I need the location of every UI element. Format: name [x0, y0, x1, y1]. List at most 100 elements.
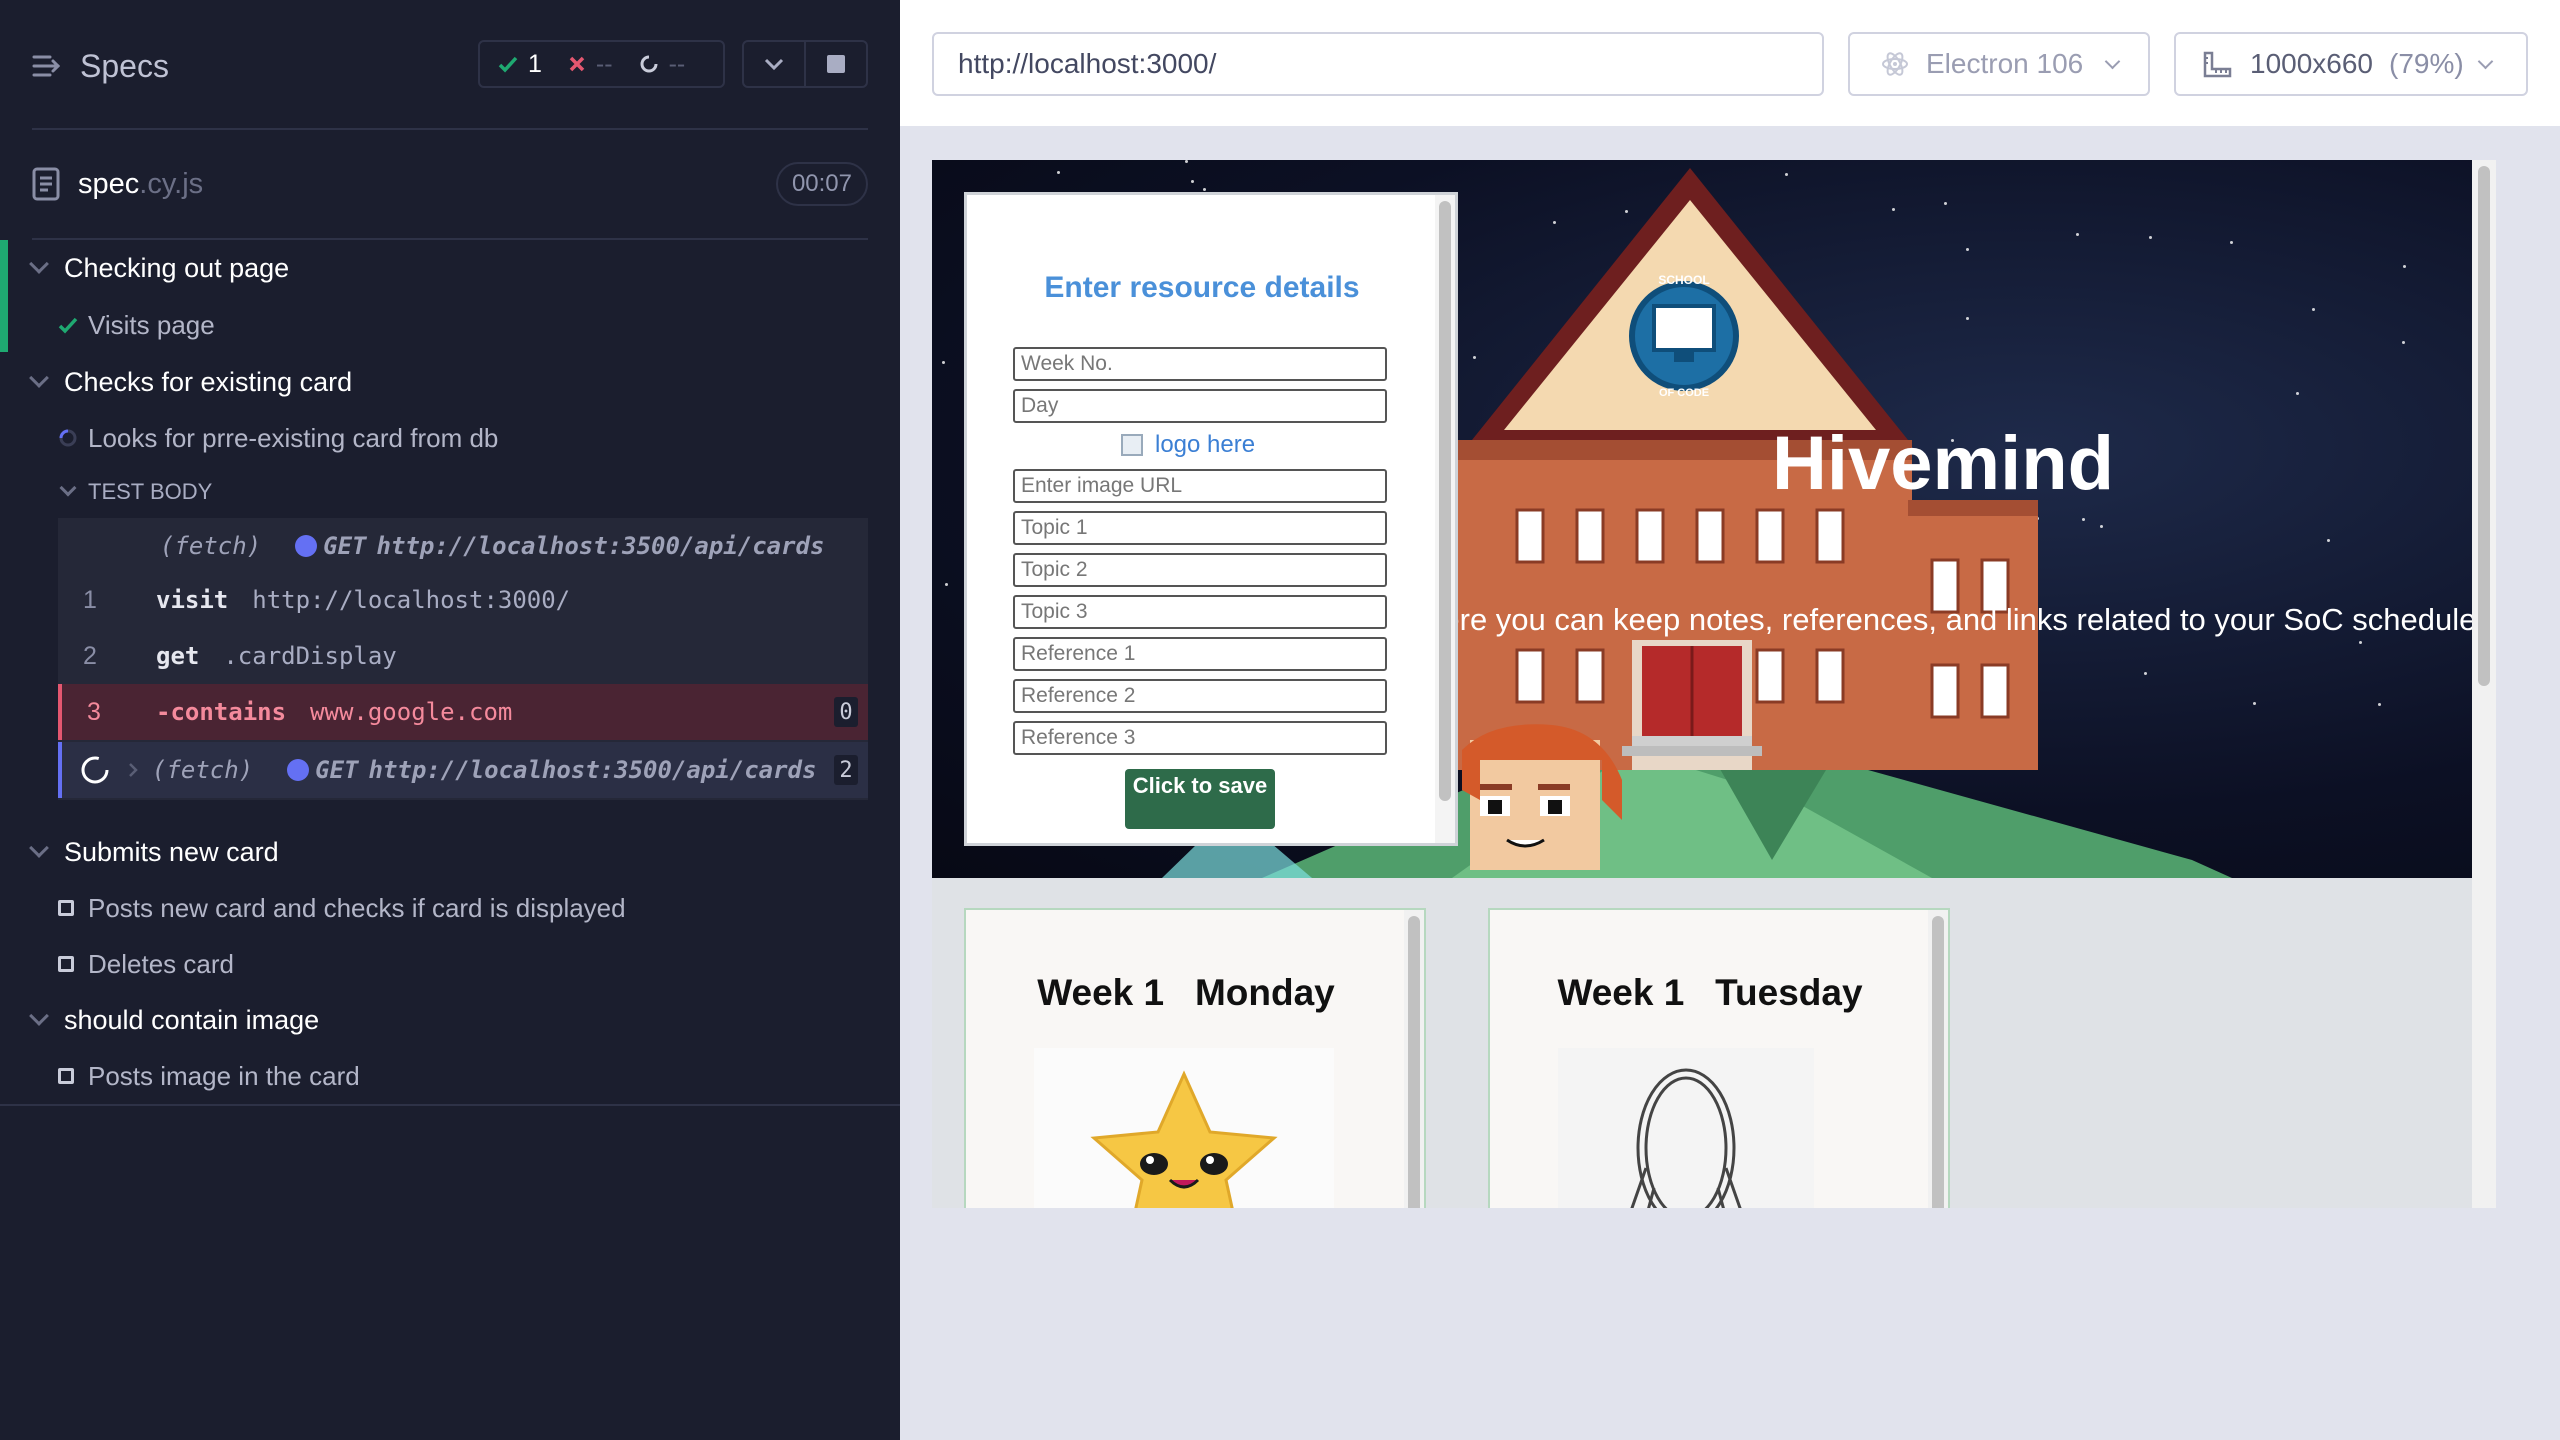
logo-image: logo here — [1121, 431, 1255, 459]
test-body-label: TEST BODY — [88, 479, 213, 504]
viewport-scale: (79%) — [2389, 48, 2464, 79]
test-title: Deletes card — [88, 948, 234, 979]
day-input[interactable]: Day — [1013, 389, 1387, 423]
test-title: Looks for prre-existing card from db — [88, 422, 499, 453]
command-arg: http://localhost:3500/api/cards — [376, 532, 825, 560]
suite-row[interactable]: Checks for existing card — [0, 362, 900, 402]
failed-count: -- — [595, 49, 613, 78]
running-spinner-icon — [59, 429, 77, 447]
spec-file-row[interactable]: spec .cy.js 00:07 — [32, 158, 868, 210]
form-scrollbar[interactable] — [1435, 195, 1455, 843]
test-row[interactable]: Posts image in the card — [0, 1056, 900, 1096]
reference-3-input[interactable]: Reference 3 — [1013, 721, 1387, 755]
logo-alt-text: logo here — [1155, 431, 1256, 458]
command-method: GET — [287, 756, 359, 784]
divider — [0, 1104, 900, 1106]
suite-row[interactable]: should contain image — [0, 1000, 900, 1040]
auto-scroll-button[interactable] — [744, 42, 804, 86]
test-body-toggle[interactable]: TEST BODY — [0, 474, 900, 510]
command-row[interactable]: 1 visit http://localhost:3000/ — [58, 572, 868, 628]
card-display: Week 1 Tuesday — [1488, 908, 1950, 1208]
request-dot-icon — [295, 535, 318, 557]
loading-spinner-icon — [81, 756, 109, 784]
app-tagline: Here you can keep notes, references, and… — [1420, 602, 2485, 637]
pending-checkbox-icon — [58, 1068, 74, 1084]
url-bar[interactable]: http://localhost:3000/ — [932, 32, 1824, 96]
card-title: Week 1 Monday — [966, 972, 1406, 1014]
passed-count: 1 — [528, 49, 542, 78]
suite-row[interactable]: Submits new card — [0, 832, 900, 872]
test-title: Posts image in the card — [88, 1060, 360, 1091]
reference-1-input[interactable]: Reference 1 — [1013, 637, 1387, 671]
image-url-input[interactable]: Enter image URL — [1013, 469, 1387, 503]
spec-name: spec — [78, 167, 140, 200]
x-icon — [569, 56, 585, 72]
topic-1-input[interactable]: Topic 1 — [1013, 511, 1387, 545]
week-input[interactable]: Week No. — [1013, 347, 1387, 381]
run-controls — [742, 40, 868, 88]
reporter-panel: Specs 1 -- -- spec .cy.js 00:07 Checking… — [0, 0, 900, 1440]
spinner-icon — [640, 55, 658, 73]
test-row[interactable]: Deletes card — [0, 944, 900, 984]
spec-ext: .cy.js — [139, 167, 204, 200]
request-dot-icon — [287, 759, 310, 781]
element-count-badge: 0 — [834, 697, 858, 727]
topic-3-input[interactable]: Topic 3 — [1013, 595, 1387, 629]
request-count-badge: 2 — [834, 755, 858, 785]
form-title: Enter resource details — [1044, 271, 1360, 304]
scrollbar-thumb[interactable] — [1932, 916, 1944, 1208]
reference-2-input[interactable]: Reference 2 — [1013, 679, 1387, 713]
check-icon — [498, 56, 518, 73]
card-scrollbar[interactable] — [1404, 910, 1424, 1208]
card-title: Week 1 Tuesday — [1490, 972, 1930, 1014]
save-button[interactable]: Click to save — [1125, 769, 1275, 829]
command-name: (fetch) — [152, 756, 254, 784]
command-row[interactable]: (fetch) GET http://localhost:3500/api/ca… — [58, 518, 868, 574]
command-number: 3 — [87, 697, 101, 726]
pending-checkbox-icon — [58, 900, 74, 916]
command-row-pending[interactable]: (fetch) GET http://localhost:3500/api/ca… — [58, 742, 868, 798]
test-title: Posts new card and checks if card is dis… — [88, 892, 626, 923]
command-number: 2 — [83, 641, 97, 670]
test-row[interactable]: Looks for prre-existing card from db — [0, 418, 900, 458]
command-name: (fetch) — [160, 532, 262, 560]
scrollbar-thumb[interactable] — [1439, 201, 1451, 801]
test-row[interactable]: Visits page — [0, 305, 900, 345]
menu-collapse-icon — [32, 53, 62, 79]
suite-title: Checks for existing card — [64, 366, 353, 397]
chevron-down-icon — [2104, 53, 2121, 69]
viewport-selector[interactable]: 1000x660 (79%) — [2174, 32, 2528, 96]
scrollbar-thumb[interactable] — [1408, 916, 1420, 1208]
card-week: Week 1 — [1037, 972, 1165, 1013]
chevron-down-icon — [29, 368, 49, 388]
command-arg: www.google.com — [310, 698, 513, 726]
command-row-failing[interactable]: 3 -contains www.google.com 0 — [58, 684, 868, 740]
app-title: Hivemind — [1772, 421, 2115, 506]
pending-stat: -- — [639, 50, 685, 79]
chevron-down-icon — [29, 838, 49, 858]
specs-toggle[interactable]: Specs — [32, 44, 169, 88]
command-row[interactable]: 2 get .cardDisplay — [58, 628, 868, 684]
topic-2-input[interactable]: Topic 2 — [1013, 553, 1387, 587]
app-under-test-frame: SCHOOL OF CODE Hivemind Here you can kee… — [932, 160, 2496, 1208]
command-name: -contains — [156, 698, 287, 726]
method-label: GET — [323, 532, 367, 560]
divider — [32, 128, 868, 130]
broken-image-icon — [1121, 434, 1143, 456]
scrollbar-thumb[interactable] — [2478, 166, 2490, 686]
stop-button[interactable] — [804, 42, 866, 86]
command-arg: http://localhost:3500/api/cards — [368, 756, 817, 784]
card-day: Monday — [1194, 972, 1335, 1013]
browser-selector[interactable]: Electron 106 — [1848, 32, 2150, 96]
card-scrollbar[interactable] — [1928, 910, 1948, 1208]
card-image — [1034, 1048, 1334, 1208]
chevron-down-icon — [2477, 53, 2493, 69]
reporter-header: Specs 1 -- -- — [0, 0, 900, 130]
ruler-icon — [2203, 51, 2232, 78]
test-row[interactable]: Posts new card and checks if card is dis… — [0, 888, 900, 928]
chevron-down-icon — [29, 254, 49, 274]
suite-row[interactable]: Checking out page — [0, 248, 900, 288]
app-scrollbar[interactable] — [2472, 160, 2496, 1208]
passed-stat: 1 — [498, 50, 542, 79]
command-name: get — [156, 642, 200, 670]
